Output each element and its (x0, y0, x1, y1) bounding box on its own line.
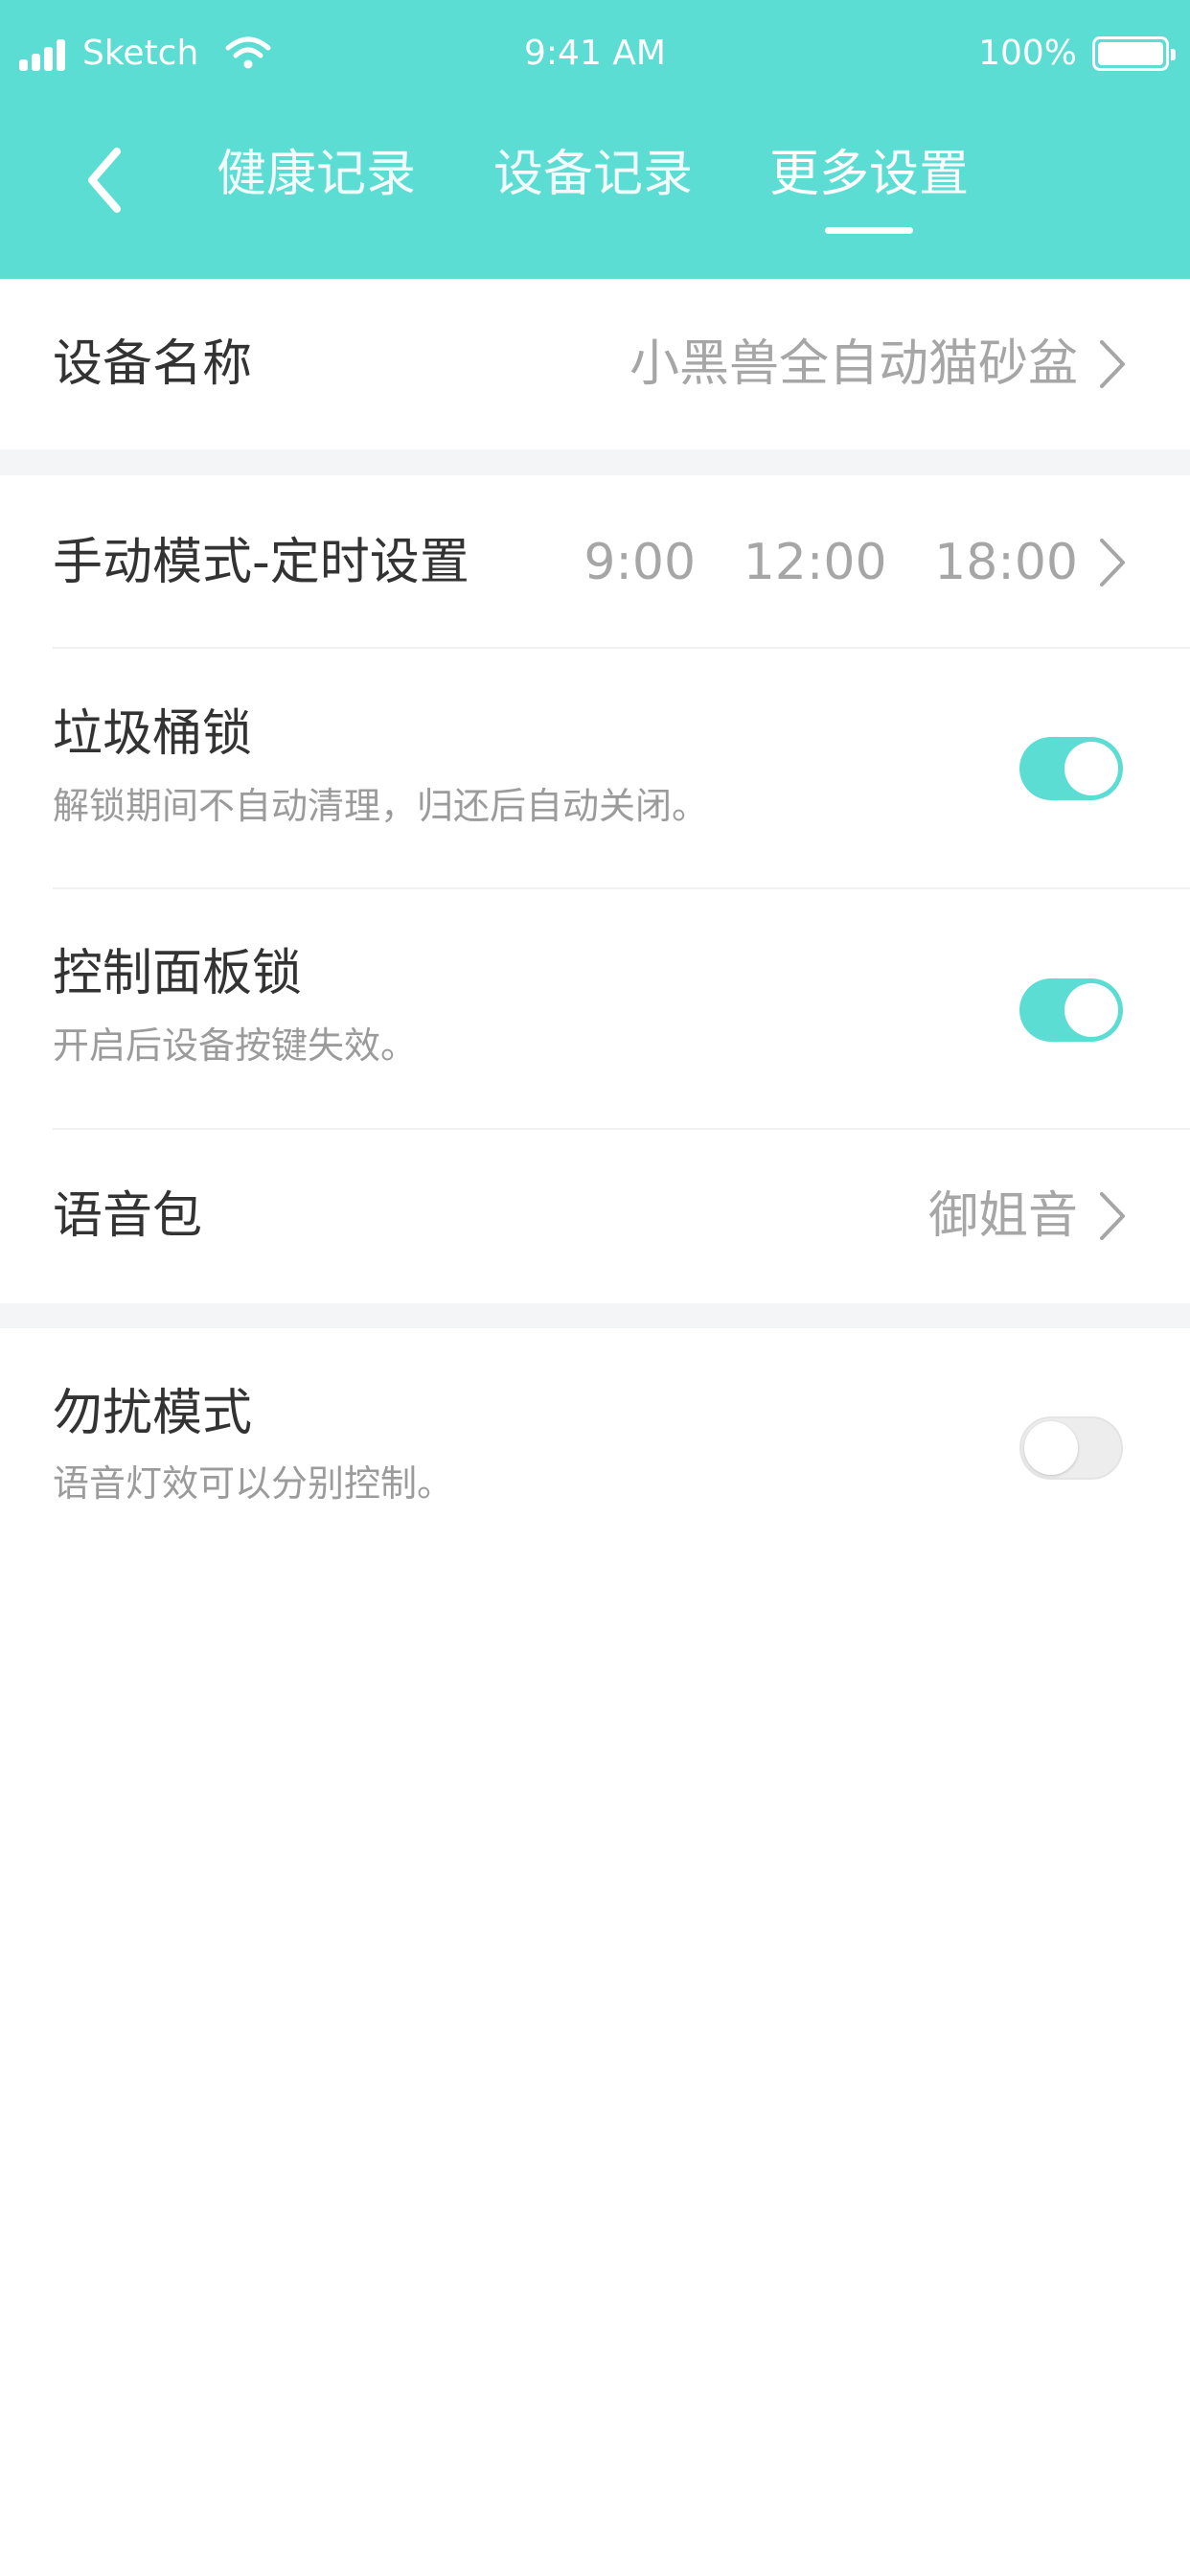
battery-icon (1092, 36, 1176, 71)
chevron-right-icon (1100, 539, 1125, 586)
chevron-right-icon (1100, 1192, 1125, 1240)
dnd-label: 勿扰模式 (53, 1385, 253, 1442)
panel-lock-row: 控制面板锁 开启后设备按键失效。 (0, 889, 1190, 1128)
toggle-knob (1064, 983, 1118, 1037)
chevron-left-icon[interactable] (77, 130, 134, 226)
battery-percentage: 100% (978, 34, 1077, 73)
manual-timer-label: 手动模式-定时设置 (53, 534, 469, 591)
toggle-knob (1024, 1421, 1078, 1475)
dnd-description: 语音灯效可以分别控制。 (53, 1462, 454, 1505)
tab-health-records[interactable]: 健康记录 (217, 136, 416, 213)
tab-device-records[interactable]: 设备记录 (493, 136, 693, 213)
toggle-knob (1064, 742, 1118, 795)
header: Sketch 9:41 AM 100% 健康记录 设备记录 更多设置 (0, 0, 1190, 279)
voice-pack-label: 语音包 (53, 1187, 203, 1245)
manual-timer-row[interactable]: 手动模式-定时设置 9:00 12:00 18:00 (0, 475, 1190, 646)
top-nav: 健康记录 设备记录 更多设置 (0, 107, 1190, 279)
bin-lock-label: 垃圾桶锁 (53, 705, 253, 763)
bin-lock-description: 解锁期间不自动清理，归还后自动关闭。 (53, 785, 709, 827)
bin-lock-row: 垃圾桶锁 解锁期间不自动清理，归还后自动关闭。 (0, 649, 1190, 887)
device-name-value: 小黑兽全自动猫砂盆 (629, 335, 1078, 393)
device-name-label: 设备名称 (53, 335, 253, 393)
voice-pack-row[interactable]: 语音包 御姐音 (0, 1130, 1190, 1303)
voice-pack-value: 御姐音 (927, 1187, 1078, 1245)
status-bar: Sketch 9:41 AM 100% (0, 0, 1190, 107)
bin-lock-toggle[interactable] (1019, 737, 1123, 800)
panel-lock-label: 控制面板锁 (53, 945, 303, 1002)
panel-lock-description: 开启后设备按键失效。 (53, 1024, 418, 1067)
active-tab-indicator (825, 227, 913, 234)
dnd-toggle[interactable] (1019, 1416, 1123, 1480)
section-separator (0, 449, 1190, 475)
section-separator (0, 1303, 1190, 1328)
chevron-right-icon (1100, 340, 1125, 388)
tab-more-settings[interactable]: 更多设置 (769, 136, 969, 213)
device-name-row[interactable]: 设备名称 小黑兽全自动猫砂盆 (0, 279, 1190, 449)
manual-timer-value: 9:00 12:00 18:00 (584, 534, 1078, 591)
dnd-row: 勿扰模式 语音灯效可以分别控制。 (0, 1328, 1190, 1568)
panel-lock-toggle[interactable] (1019, 978, 1123, 1042)
